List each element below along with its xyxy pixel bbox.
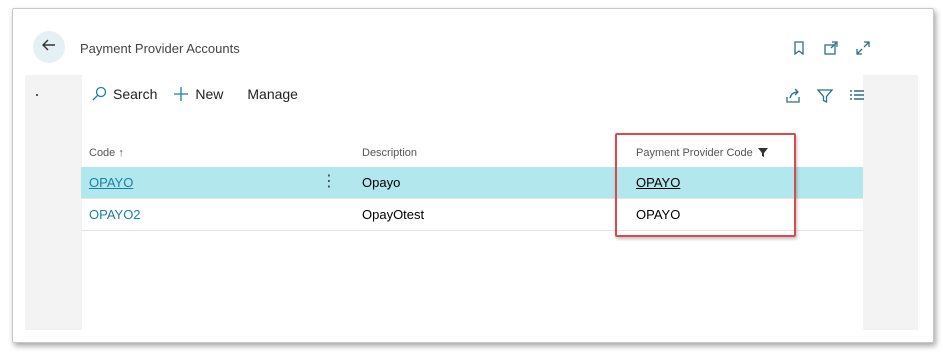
description-cell: Opayo: [362, 175, 401, 190]
search-label: Search: [113, 86, 158, 102]
back-button[interactable]: [33, 31, 65, 63]
manage-menu[interactable]: Manage: [247, 86, 298, 102]
more-options-icon[interactable]: ⋮: [321, 171, 337, 191]
search-button[interactable]: Search: [91, 86, 157, 102]
column-label-code: Code: [89, 147, 116, 159]
code-link[interactable]: OPAYO2: [89, 207, 141, 222]
filter-icon[interactable]: [817, 88, 833, 104]
column-header-code[interactable]: Code ↑: [89, 147, 124, 159]
open-in-new-window-icon[interactable]: [823, 40, 839, 56]
new-label: New: [195, 86, 224, 102]
bookmark-icon[interactable]: [791, 40, 807, 56]
search-icon: [92, 86, 107, 101]
page-title: Payment Provider Accounts: [80, 41, 240, 56]
share-icon[interactable]: [785, 88, 801, 104]
list-tools: [785, 88, 865, 104]
page-frame: Payment Provider Accounts Search New Man…: [12, 8, 934, 343]
manage-label: Manage: [247, 86, 298, 102]
arrow-left-icon: [41, 37, 57, 58]
header-actions: [791, 40, 871, 56]
column-label-description: Description: [362, 147, 418, 159]
new-button[interactable]: New: [173, 86, 223, 102]
sort-ascending-icon: ↑: [118, 147, 124, 159]
annotation-highlight-box: [615, 133, 796, 237]
stray-mark: [36, 94, 38, 96]
description-cell: OpayOtest: [362, 207, 425, 222]
expand-icon[interactable]: [855, 40, 871, 56]
code-link[interactable]: OPAYO: [89, 175, 133, 190]
action-bar: Search New Manage: [91, 86, 314, 102]
list-view-icon[interactable]: [849, 88, 865, 104]
plus-icon: [174, 87, 189, 101]
column-header-description[interactable]: Description: [362, 147, 417, 159]
